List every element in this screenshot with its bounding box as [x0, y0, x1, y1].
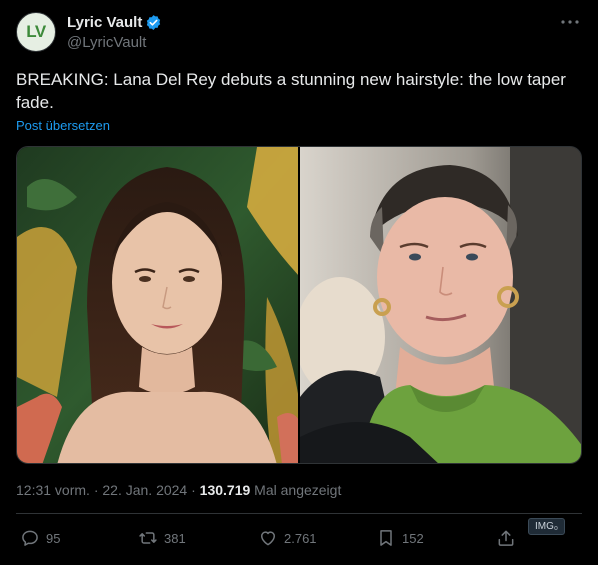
reply-count: 95	[46, 530, 61, 546]
reply-icon	[22, 530, 38, 546]
more-icon[interactable]	[558, 12, 582, 32]
like-count: 2.761	[284, 530, 317, 546]
repost-count: 381	[164, 530, 186, 546]
photo-left-image	[17, 147, 298, 463]
divider	[16, 513, 582, 514]
photo-right-image	[299, 147, 581, 463]
repost-icon	[139, 532, 157, 544]
views-label: Mal angezeigt	[250, 482, 342, 498]
bookmark-button[interactable]: 152	[376, 528, 424, 548]
photo-left[interactable]	[17, 147, 298, 463]
tweet-meta: 12:31 vorm. · 22. Jan. 2024 · 130.719 Ma…	[16, 482, 341, 498]
meta-separator: ·	[187, 482, 200, 498]
like-icon	[261, 531, 275, 546]
photo-right[interactable]	[299, 147, 581, 463]
avatar-logo-text: LV	[26, 22, 46, 41]
tweet-header: LV Lyric Vault @LyricVault	[16, 10, 582, 58]
display-name[interactable]: Lyric Vault	[67, 14, 142, 31]
translate-link[interactable]: Post übersetzen	[16, 118, 110, 133]
views-count: 130.719	[199, 482, 251, 498]
tweet-text: BREAKING: Lana Del Rey debuts a stunning…	[16, 70, 566, 112]
reply-button[interactable]: 95	[20, 528, 60, 548]
verified-badge-icon	[147, 15, 161, 30]
share-icon	[498, 530, 514, 546]
share-button[interactable]	[496, 528, 522, 548]
action-bar: 95 381 2.761 152	[16, 528, 582, 554]
handle[interactable]: @LyricVault	[67, 34, 146, 51]
bookmark-icon	[380, 530, 392, 546]
name-row: Lyric Vault	[67, 14, 162, 31]
tweet-media[interactable]	[16, 146, 582, 464]
avatar[interactable]: LV	[16, 12, 56, 52]
repost-button[interactable]: 381	[138, 528, 186, 548]
timestamp[interactable]: 12:31 vorm. · 22. Jan. 2024	[16, 482, 187, 498]
like-button[interactable]: 2.761	[258, 528, 317, 548]
bookmark-count: 152	[402, 530, 424, 546]
